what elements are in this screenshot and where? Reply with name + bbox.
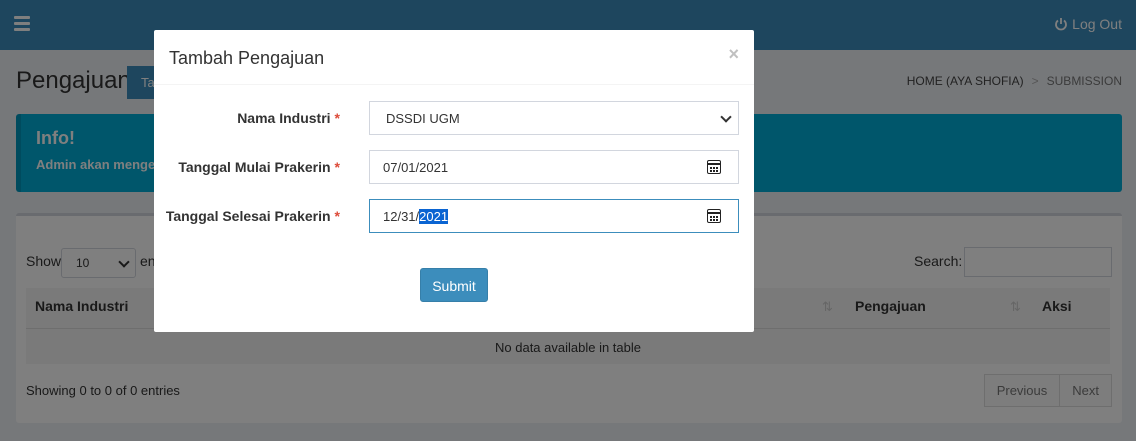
start-date-input[interactable]: 07/01/2021	[369, 150, 739, 184]
required-marker: *	[334, 159, 340, 175]
required-marker: *	[334, 110, 340, 126]
industri-label: Nama Industri *	[237, 110, 340, 126]
calendar-icon[interactable]	[707, 160, 721, 174]
start-date-value: 07/01/2021	[383, 160, 449, 175]
mulai-label: Tanggal Mulai Prakerin *	[178, 159, 340, 175]
required-marker: *	[334, 208, 340, 224]
add-submission-modal: Tambah Pengajuan × Nama Industri * DSSDI …	[154, 30, 754, 332]
end-date-value-selected: 2021	[419, 209, 449, 224]
modal-title: Tambah Pengajuan	[169, 48, 325, 68]
calendar-icon[interactable]	[707, 209, 721, 223]
industri-label-text: Nama Industri	[237, 110, 331, 126]
mulai-label-text: Tanggal Mulai Prakerin	[178, 159, 331, 175]
selesai-label-text: Tanggal Selesai Prakerin	[165, 208, 331, 224]
close-icon[interactable]: ×	[728, 44, 739, 65]
modal-header: Tambah Pengajuan ×	[154, 30, 754, 85]
chevron-down-icon	[720, 111, 732, 123]
end-date-value-prefix: 12/31/	[383, 209, 420, 224]
end-date-input[interactable]: 12/31/2021	[369, 199, 739, 233]
industri-select-value: DSSDI UGM	[386, 111, 460, 126]
form-row-selesai: Tanggal Selesai Prakerin * 12/31/2021	[154, 199, 754, 233]
submit-button[interactable]: Submit	[420, 268, 488, 302]
form-row-industri: Nama Industri * DSSDI UGM	[154, 101, 754, 135]
industri-select[interactable]: DSSDI UGM	[369, 101, 739, 135]
selesai-label: Tanggal Selesai Prakerin *	[166, 208, 340, 224]
form-row-mulai: Tanggal Mulai Prakerin * 07/01/2021	[154, 150, 754, 184]
